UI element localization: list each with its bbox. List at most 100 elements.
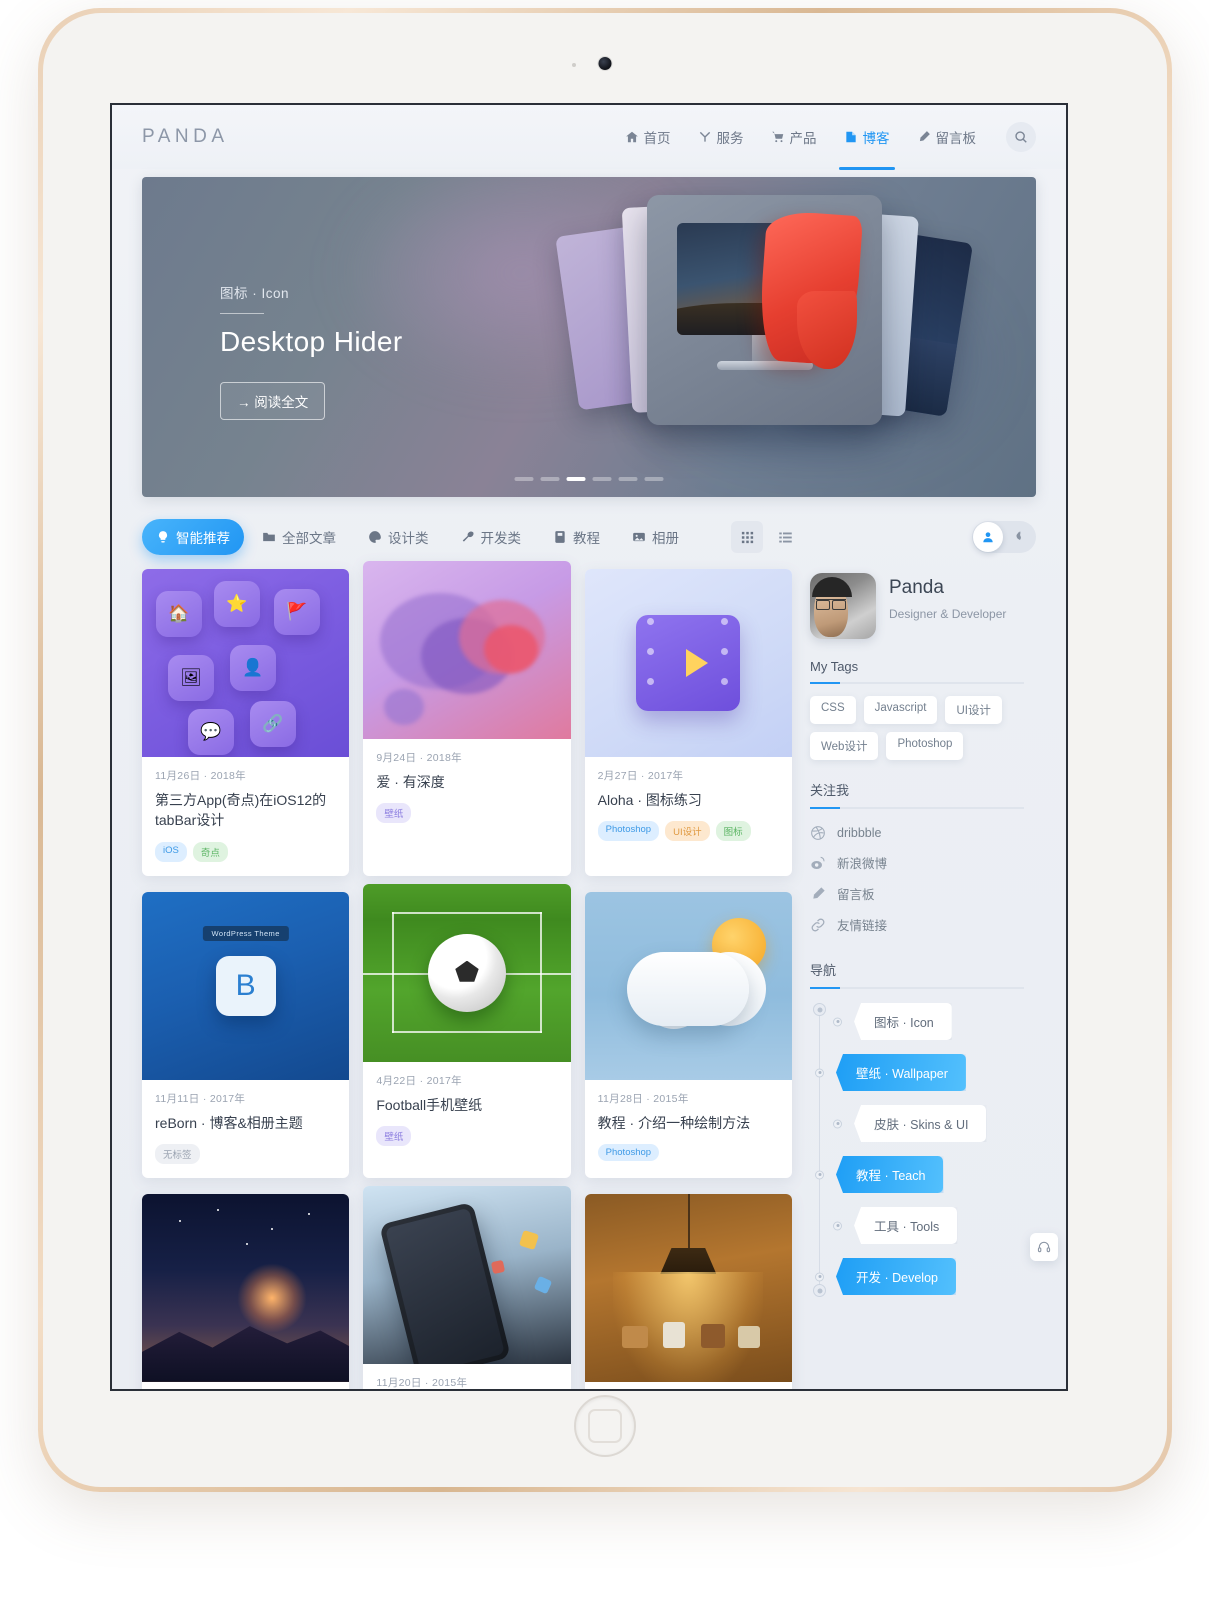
nav-item-home[interactable]: 首页 [616,121,680,153]
article-thumbnail [363,561,571,739]
article-card-body: 11月26日 · 2018年 第三方App(奇点)在iOS12的tabBar设计… [142,757,349,876]
hero-title: Desktop Hider [220,326,403,357]
timeline-cap-bottom [813,1284,826,1297]
article-card[interactable]: 🏠 ⭐ 🚩 🖼 👤 💬 🔗 11月26日 · 2018年 第三方App(奇点)在… [142,569,350,876]
timeline-node [833,1017,842,1026]
profile-tag[interactable]: Web设计 [810,732,879,760]
profile-tag[interactable]: Photoshop [886,732,964,760]
nav-pill-skins[interactable]: 皮肤 · Skins & UI [854,1105,987,1142]
avatar [810,573,876,639]
profile-tag[interactable]: CSS [810,696,856,724]
social-link-guestbook[interactable]: 留言板 [810,878,1024,909]
article-card[interactable]: 4月22日 · 2017年 Football手机壁纸 壁纸 [363,883,571,1178]
hero-carousel-dots [514,477,664,481]
carousel-dot[interactable] [618,477,638,481]
social-label: 友情链接 [837,919,888,933]
list-view-button[interactable] [769,521,801,553]
thumb-badge: WordPress Theme [202,925,289,941]
timeline-node [815,1068,824,1077]
headphone-icon [1037,1241,1051,1253]
nav-pill-teach[interactable]: 教程 · Teach [836,1156,944,1193]
article-thumbnail [363,1185,571,1364]
profile-tag[interactable]: Javascript [863,696,938,724]
sidebar: Panda Designer & Developer My Tags CSS J… [810,569,1024,1389]
article-tag[interactable]: Photoshop [597,821,660,842]
article-tag[interactable]: 图标 [715,821,751,842]
article-card[interactable]: 11月20日 · 2015年 flyme手机主题 Photoshop UI设计 [363,1185,571,1389]
support-button[interactable] [1030,1233,1058,1261]
carousel-dot[interactable] [514,477,534,481]
social-link-friends[interactable]: 友情链接 [810,909,1024,940]
article-thumbnail: WordPress Theme B [142,891,350,1080]
article-card-body: 11月28日 · 2015年 教程 · 介绍一种绘制方法 Photoshop [585,1080,792,1175]
thumb-icon-tile: 🔗 [250,701,296,747]
article-card[interactable]: 4月16日 · 2016年 私藏壁纸一张 [142,1193,350,1389]
profile-tag[interactable]: UI设计 [945,696,1002,724]
article-tag[interactable]: Photoshop [597,1143,660,1161]
timeline-item: 图标 · Icon [833,1003,1024,1040]
carousel-dot[interactable] [592,477,612,481]
filter-development[interactable]: 开发类 [447,519,536,555]
filter-design[interactable]: 设计类 [354,519,443,555]
site-logo[interactable]: PANDA [142,126,229,148]
article-tag[interactable]: 无标签 [155,1143,200,1164]
carousel-dot[interactable] [540,477,560,481]
filter-label: 设计类 [388,531,429,546]
social-link-weibo[interactable]: 新浪微博 [810,847,1024,878]
article-card-body: 11月20日 · 2015年 flyme手机主题 Photoshop UI设计 [363,1364,570,1389]
filter-all-articles[interactable]: 全部文章 [248,519,350,555]
social-link-dribbble[interactable]: dribbble [810,819,1024,847]
article-thumbnail [142,1193,350,1382]
nav-label: 博客 [862,131,890,146]
nav-section: 导航 图标 · Icon 壁纸 · Wallpaper 皮肤 · Skins &… [810,960,1024,1297]
hero-read-more-button[interactable]: → 阅读全文 [220,382,326,420]
article-tag[interactable]: iOS [155,841,187,862]
social-label: dribbble [837,826,882,840]
article-date: 2月27日 · 2017年 [597,770,684,782]
toggle-knob[interactable] [973,522,1003,552]
pen-icon [917,130,931,144]
nav-item-service[interactable]: 服务 [689,121,753,153]
article-card[interactable]: 2月27日 · 2017年 Aloha · 图标练习 Photoshop UI设… [584,569,792,876]
filter-smart-recommend[interactable]: 智能推荐 [142,519,244,555]
cart-icon [771,130,785,144]
article-thumbnail: 🏠 ⭐ 🚩 🖼 👤 💬 🔗 [142,569,350,757]
user-mode-toggle[interactable] [972,521,1036,553]
grid-view-icon [741,531,753,543]
home-button[interactable] [574,1395,636,1457]
nav-item-blog[interactable]: 博客 [835,121,899,170]
article-tag[interactable]: UI设计 [665,821,710,842]
article-card-body: 9月24日 · 2018年 爱 · 有深度 壁纸 [363,739,570,837]
carousel-dot-active[interactable] [566,477,586,481]
article-thumbnail [584,891,792,1080]
article-tag[interactable]: 壁纸 [376,1125,412,1146]
article-card[interactable]: 9月24日 · 2018年 爱 · 有深度 壁纸 [363,561,571,876]
thumb-icon-tile: 💬 [188,709,234,755]
article-card[interactable]: 11月20日 · 2015年 OrgRar · WinRAR主题 [584,1193,792,1389]
nav-pill-wallpaper[interactable]: 壁纸 · Wallpaper [836,1054,966,1091]
article-date: 11月11日 · 2017年 [155,1092,246,1105]
filter-label: 相册 [652,531,679,546]
article-tag[interactable]: 奇点 [192,841,228,862]
filter-label: 教程 [573,531,600,546]
avatar-glasses [816,599,846,610]
grid-view-button[interactable] [731,521,763,553]
article-card-body: 11月20日 · 2015年 OrgRar · WinRAR主题 [585,1382,792,1389]
wrench-icon [462,531,473,542]
filter-tutorial[interactable]: 教程 [539,519,614,555]
article-thumbnail [584,569,792,757]
article-tag[interactable]: 壁纸 [376,803,412,824]
nav-item-products[interactable]: 产品 [762,121,826,153]
filter-album[interactable]: 相册 [618,519,693,555]
website-page: PANDA 首页 服务 产品 博客 留言板 图标 · Icon Desktop … [112,105,1066,1389]
carousel-dot[interactable] [644,477,664,481]
article-card[interactable]: WordPress Theme B 11月11日 · 2017年 reBorn … [142,891,350,1178]
thumb-field-line [539,912,542,1034]
article-card[interactable]: 11月28日 · 2015年 教程 · 介绍一种绘制方法 Photoshop [584,891,792,1178]
nav-pill-icon[interactable]: 图标 · Icon [854,1003,952,1040]
nav-item-guestbook[interactable]: 留言板 [908,121,986,153]
nav-pill-tools[interactable]: 工具 · Tools [854,1207,958,1244]
hero-banner[interactable]: 图标 · Icon Desktop Hider → 阅读全文 [142,177,1036,497]
search-button[interactable] [1006,122,1036,152]
nav-pill-develop[interactable]: 开发 · Develop [836,1258,956,1295]
